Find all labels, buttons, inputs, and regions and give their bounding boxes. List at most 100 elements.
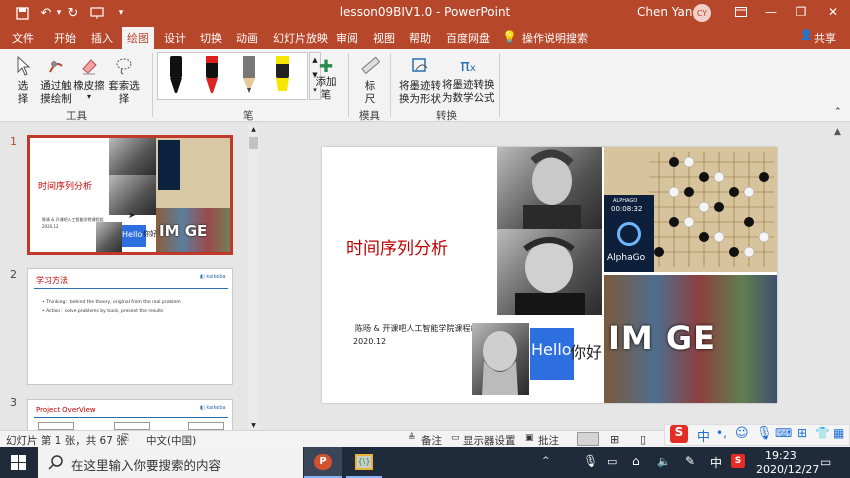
tell-me-search[interactable]: 操作说明搜索: [522, 30, 588, 46]
ink-to-shape-button[interactable]: 将墨迹转 换为形状: [397, 56, 443, 106]
notes-button[interactable]: 备注: [421, 433, 442, 448]
slide-thumbnail-1[interactable]: 时间序列分析 陈旸 & 开课吧人工智能学院课程组 2020.12 IM GE H…: [27, 135, 233, 255]
title-bar: ↶ ▾ ↻ ▾ lesson09BIV1.0 - PowerPoint Chen…: [0, 0, 850, 26]
select-button[interactable]: 选 择: [12, 55, 34, 106]
slide-subtitle: 陈旸 & 开课吧人工智能学院课程组: [355, 324, 479, 333]
tab-review[interactable]: 审阅: [336, 30, 358, 46]
slide-number: 1: [10, 135, 17, 148]
spellcheck-icon[interactable]: ⎘: [122, 433, 129, 443]
battery-icon[interactable]: ▭: [607, 455, 617, 468]
main-slide[interactable]: 时间序列分析 陈旸 & 开课吧人工智能学院课程组 2020.12 ALPHAGO…: [322, 147, 777, 403]
add-pen-button[interactable]: ✚ 添加 笔: [313, 58, 339, 102]
tab-baidu-netdisk[interactable]: 百度网盘: [446, 30, 490, 46]
cursor-arrow-icon: [17, 55, 31, 76]
notes-icon[interactable]: ≜: [408, 433, 416, 443]
slide-date: 2020.12: [353, 337, 387, 346]
eraser-icon: [82, 59, 97, 75]
display-settings-button[interactable]: 显示器设置: [463, 433, 516, 448]
user-name[interactable]: Chen Yang: [637, 5, 700, 19]
notifications-icon[interactable]: ▭: [820, 455, 831, 469]
highlighter-yellow[interactable]: [276, 56, 289, 91]
slide-number: 3: [10, 396, 17, 409]
share-button[interactable]: 共享: [814, 30, 836, 46]
hello-text: Hello: [531, 340, 572, 359]
tab-home[interactable]: 开始: [54, 30, 76, 46]
toolbox-icon[interactable]: ▦: [833, 426, 844, 440]
minimize-button[interactable]: —: [756, 2, 786, 22]
input-method-indicator[interactable]: 中: [710, 454, 722, 471]
alphago-panel: [158, 140, 180, 190]
pen-tray-icon[interactable]: ✎: [685, 454, 695, 468]
draw-with-touch-button[interactable]: 通过触 摸绘制: [38, 56, 74, 106]
ribbon-display-options-icon[interactable]: [726, 2, 756, 22]
turing-photo: [497, 147, 602, 229]
slide-sorter-icon[interactable]: ⊞: [610, 433, 619, 446]
display-settings-icon[interactable]: ▭: [451, 433, 460, 443]
restore-button[interactable]: ❐: [786, 2, 816, 22]
apps-grid-icon[interactable]: ⊞: [797, 426, 807, 440]
lightbulb-icon[interactable]: 💡: [502, 30, 517, 44]
eraser-button[interactable]: 橡皮擦 ▾: [71, 56, 107, 101]
lasso-label: 套索选择: [108, 80, 140, 105]
skin-icon[interactable]: 👕: [815, 426, 830, 440]
divider: [499, 53, 500, 117]
lasso-select-button[interactable]: 套索选择: [104, 56, 144, 106]
pen-red[interactable]: [206, 56, 218, 93]
close-button[interactable]: ✕: [818, 2, 848, 22]
tab-insert[interactable]: 插入: [91, 30, 113, 46]
mosaic-text: IM GE: [608, 319, 717, 357]
reading-view-icon[interactable]: ▯: [640, 433, 646, 446]
network-icon[interactable]: ⌂: [632, 454, 640, 468]
clock-date[interactable]: 2020/12/27: [756, 463, 819, 476]
ruler-label: 标 尺: [364, 80, 376, 105]
select-label: 选 择: [17, 80, 29, 105]
sogou-tray-icon[interactable]: S: [731, 454, 745, 468]
emoji-icon[interactable]: ☺: [735, 426, 749, 441]
normal-view-icon[interactable]: [577, 432, 599, 446]
microphone-icon[interactable]: 🎙: [756, 426, 773, 441]
show-hidden-icons[interactable]: ^: [542, 456, 550, 466]
slide-thumbnail-2[interactable]: 学习方法 ◧ kaikeba • Thinking：behind the the…: [27, 268, 233, 385]
collapse-ribbon-icon[interactable]: ⌃: [834, 107, 842, 117]
tab-slideshow[interactable]: 幻灯片放映: [273, 30, 328, 46]
draw-touch-label: 通过触 摸绘制: [40, 80, 72, 105]
window-title: lesson09BIV1.0 - PowerPoint: [339, 5, 511, 19]
ime-chinese-mode[interactable]: 中: [697, 426, 710, 445]
microphone-tray-icon[interactable]: 🎙: [583, 454, 598, 468]
pencil-gray[interactable]: [243, 56, 255, 93]
taskbar-search-box[interactable]: 在这里输入你要搜索的内容: [38, 447, 303, 478]
slide-title: 时间序列分析: [346, 239, 448, 259]
windows-start-icon[interactable]: [11, 455, 26, 473]
slide-info: 幻灯片 第 1 张，共 67 张: [6, 435, 127, 447]
tab-help[interactable]: 帮助: [409, 30, 431, 46]
ink-to-math-button[interactable]: πx 将墨迹转换 为数学公式: [442, 56, 495, 105]
main-scroll-up-icon[interactable]: ▲: [834, 127, 841, 137]
ruler-icon: [361, 56, 381, 75]
tab-view[interactable]: 视图: [373, 30, 395, 46]
taskbar-app-2[interactable]: {\}: [346, 447, 382, 478]
tab-draw[interactable]: 绘图: [122, 27, 154, 49]
mosaic-text: IM GE: [159, 222, 208, 240]
punctuation-icon[interactable]: •,: [716, 426, 727, 440]
tab-animations[interactable]: 动画: [236, 30, 258, 46]
eraser-dropdown-icon[interactable]: ▾: [71, 93, 107, 101]
ruler-button[interactable]: 标 尺: [357, 56, 383, 106]
taskbar-powerpoint[interactable]: P: [304, 447, 342, 478]
tab-file[interactable]: 文件: [12, 30, 34, 46]
keyboard-icon[interactable]: ⌨: [775, 426, 792, 440]
thumbnail-scrollbar[interactable]: ▲ ▼: [248, 125, 259, 430]
von-neumann-photo: [109, 175, 156, 215]
slide-thumbnail-3[interactable]: Project OverView ◧ kaikeba: [27, 399, 233, 430]
share-icon[interactable]: 👤: [800, 30, 812, 41]
volume-icon[interactable]: 🔈: [657, 455, 671, 468]
clock-time[interactable]: 19:23: [765, 449, 797, 462]
comments-icon[interactable]: ▣: [525, 433, 534, 443]
language-status[interactable]: 中文(中国): [146, 433, 196, 448]
hello-card: Hello: [530, 328, 574, 380]
avatar[interactable]: CY: [693, 4, 711, 22]
tab-transitions[interactable]: 切换: [200, 30, 222, 46]
tab-design[interactable]: 设计: [164, 30, 186, 46]
comments-button[interactable]: 批注: [538, 433, 559, 448]
pen-black[interactable]: [170, 56, 182, 93]
sogou-logo-icon[interactable]: S: [670, 425, 688, 443]
